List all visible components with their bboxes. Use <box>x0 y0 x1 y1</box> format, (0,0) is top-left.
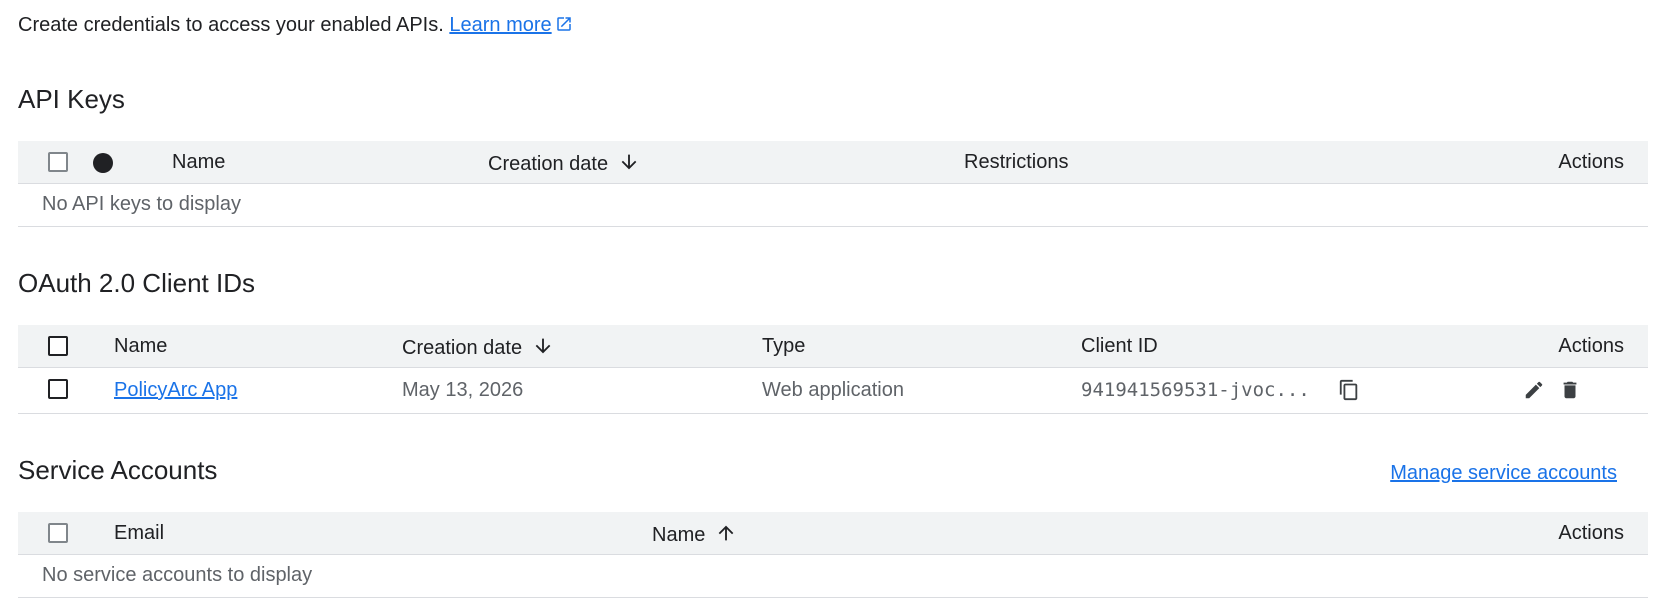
arrow-up-icon[interactable] <box>715 522 737 549</box>
open-in-new-icon <box>555 15 573 39</box>
api-keys-table-header: Name Creation date Restrictions Actions <box>18 141 1648 184</box>
api-keys-col-actions: Actions <box>1558 151 1624 173</box>
learn-more-link[interactable]: Learn more <box>449 14 572 36</box>
service-accounts-table-header: Email Name Actions <box>18 512 1648 555</box>
oauth-col-name[interactable]: Name <box>114 335 167 357</box>
service-accounts-empty-row: No service accounts to display <box>18 555 1648 598</box>
manage-service-accounts-link[interactable]: Manage service accounts <box>1390 462 1617 485</box>
api-keys-empty-row: No API keys to display <box>18 184 1648 227</box>
oauth-select-all-checkbox[interactable] <box>48 336 68 356</box>
oauth-row-type: Web application <box>762 379 904 401</box>
status-dot-icon <box>93 153 113 173</box>
oauth-col-actions: Actions <box>1558 335 1624 357</box>
oauth-col-creation-date-label: Creation date <box>402 337 523 359</box>
api-keys-select-all-checkbox[interactable] <box>48 152 68 172</box>
oauth-client-name-link[interactable]: PolicyArc App <box>114 379 237 401</box>
intro-text: Create credentials to access your enable… <box>18 14 573 39</box>
api-keys-empty-text: No API keys to display <box>42 193 241 215</box>
api-keys-title: API Keys <box>18 84 125 114</box>
oauth-row-checkbox[interactable] <box>48 379 68 399</box>
oauth-row-client-id: 941941569531-jvoc... <box>1081 379 1310 401</box>
api-keys-col-creation-date-label: Creation date <box>488 153 609 175</box>
learn-more-label: Learn more <box>449 14 552 36</box>
oauth-table-header: Name Creation date Type Client ID Action… <box>18 325 1648 368</box>
service-accounts-select-all-checkbox[interactable] <box>48 523 68 543</box>
api-keys-col-restrictions: Restrictions <box>964 151 1069 173</box>
service-accounts-col-name-label: Name <box>652 524 706 546</box>
arrow-down-icon[interactable] <box>532 335 554 362</box>
oauth-col-type: Type <box>762 335 806 357</box>
edit-icon[interactable] <box>1521 377 1547 403</box>
table-row: PolicyArc App May 13, 2026 Web applicati… <box>18 368 1648 414</box>
service-accounts-empty-text: No service accounts to display <box>42 564 313 586</box>
oauth-title: OAuth 2.0 Client IDs <box>18 268 255 298</box>
intro-description: Create credentials to access your enable… <box>18 14 444 36</box>
oauth-col-creation-date[interactable]: Creation date <box>402 335 554 362</box>
oauth-col-client-id: Client ID <box>1081 335 1158 357</box>
copy-icon[interactable] <box>1336 377 1362 403</box>
oauth-row-creation-date: May 13, 2026 <box>402 379 524 401</box>
service-accounts-col-name[interactable]: Name <box>652 522 737 549</box>
service-accounts-title: Service Accounts <box>18 455 218 485</box>
arrow-down-icon[interactable] <box>618 151 640 178</box>
delete-icon[interactable] <box>1557 377 1583 403</box>
service-accounts-col-email[interactable]: Email <box>114 522 164 544</box>
oauth-row-name-cell: PolicyArc App <box>114 379 237 401</box>
service-accounts-col-actions: Actions <box>1558 522 1624 544</box>
api-keys-col-name[interactable]: Name <box>172 151 225 173</box>
api-keys-col-creation-date[interactable]: Creation date <box>488 151 640 178</box>
